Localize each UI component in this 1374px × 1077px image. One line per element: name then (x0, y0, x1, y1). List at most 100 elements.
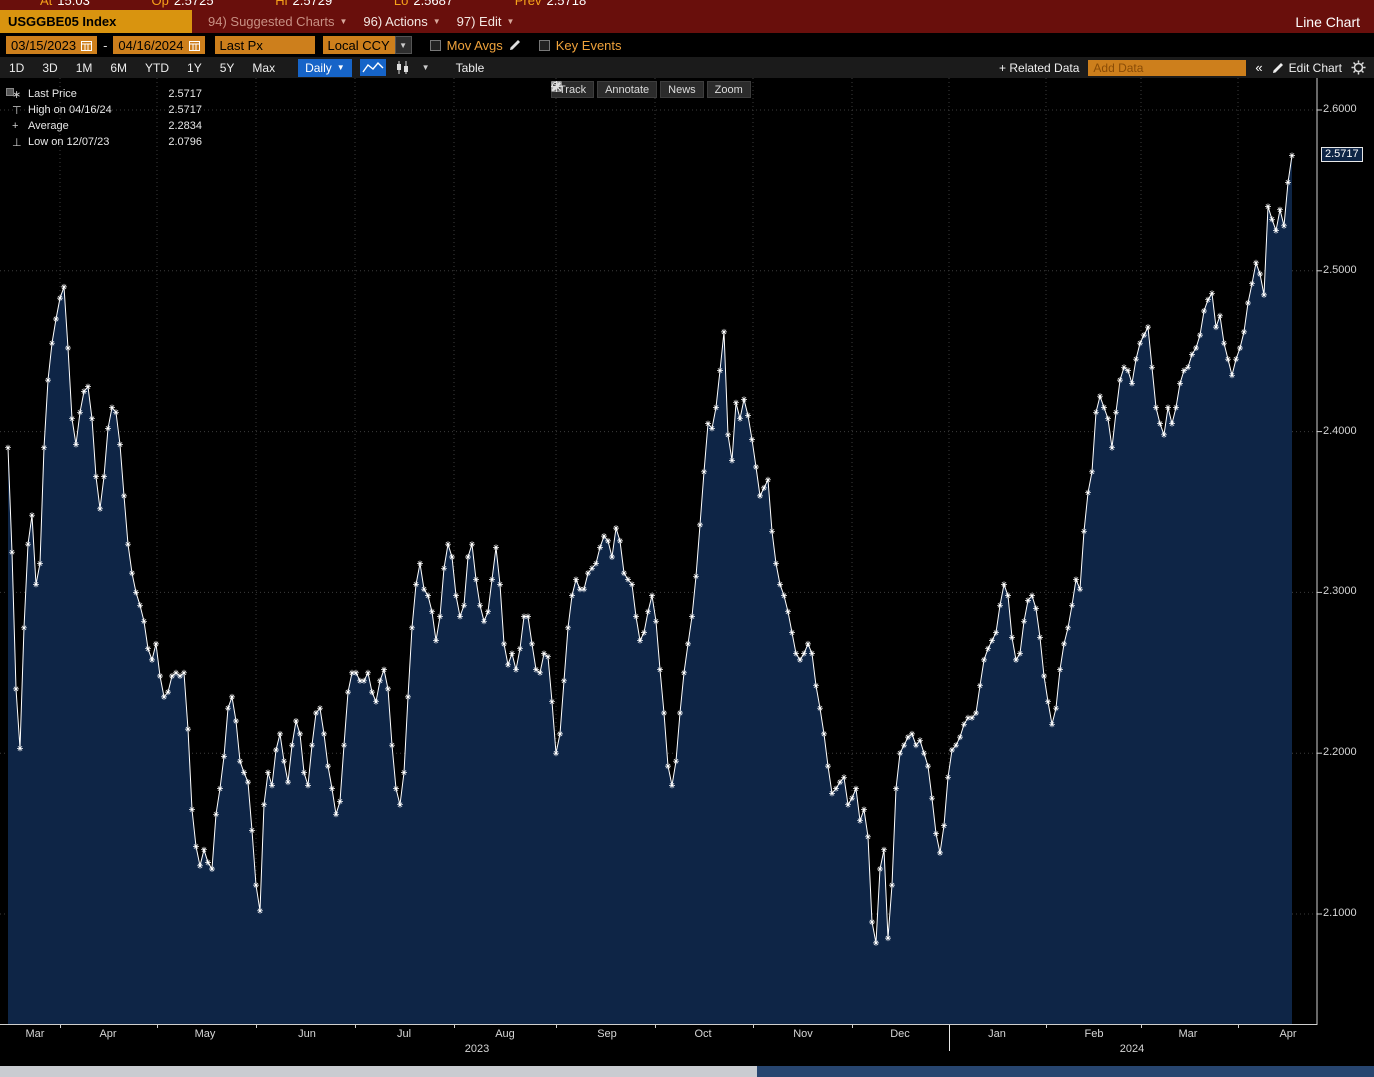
x-year-label: 2024 (1119, 1043, 1145, 1055)
tab-1m[interactable]: 1M (67, 61, 102, 75)
x-axis-tick (60, 1025, 61, 1028)
y-axis-label: 2.4000 (1323, 424, 1357, 437)
date-from-field[interactable]: 03/15/2023 (6, 36, 98, 54)
x-axis-tick (157, 1025, 158, 1028)
bottom-edge-gray (0, 1066, 757, 1077)
bottom-window-edge (0, 1066, 1374, 1077)
security-ticker[interactable]: USGGBE05 Index (0, 10, 192, 33)
x-month-label: Aug (495, 1028, 515, 1040)
x-month-label: Jun (298, 1028, 316, 1040)
legend-drag-handle[interactable] (6, 88, 14, 96)
x-axis-tick (556, 1025, 557, 1028)
x-month-label: Oct (694, 1028, 712, 1040)
currency-select[interactable]: Local CCY (322, 36, 395, 54)
annotate-button[interactable]: Annotate (551, 81, 658, 98)
menu-actions[interactable]: 96) Actions ▼ (363, 14, 440, 29)
y-axis-label: 2.2000 (1323, 746, 1357, 759)
title-bar: USGGBE05 Index 94) Suggested Charts ▼ 96)… (0, 10, 1374, 33)
bloomberg-terminal-window: At 15:03 Op 2.5725 Hi 2.5729 Lo 2.5687 Prev 2… (0, 0, 1374, 1077)
table-button[interactable]: Table (456, 61, 485, 75)
x-month-label: Mar (1178, 1028, 1198, 1040)
currency-dropdown-arrow[interactable]: ▼ (394, 36, 412, 54)
related-data-button[interactable]: + Related Data (999, 61, 1079, 75)
x-axis-tick (1141, 1025, 1142, 1028)
quote-frag-high: Hi 2.5729 (275, 0, 333, 8)
x-month-label: Apr (1279, 1028, 1297, 1040)
x-year-label: 2023 (464, 1043, 490, 1055)
price-field-select[interactable]: Last Px (214, 36, 315, 54)
x-axis-tick (1046, 1025, 1047, 1028)
line-chart-type-button[interactable] (359, 59, 386, 76)
add-data-input[interactable]: Add Data (1088, 59, 1247, 76)
gear-icon[interactable] (1351, 60, 1366, 75)
average-cross-icon: + (12, 120, 19, 132)
x-month-label: Dec (890, 1028, 910, 1040)
collapse-chevrons[interactable]: « (1255, 60, 1262, 75)
chevron-down-icon: ▼ (506, 17, 515, 26)
x-axis: Mar Apr May Jun Jul Aug Sep Oct Nov Dec Jan Feb Mar A… (0, 1025, 1374, 1062)
key-events-checkbox[interactable] (538, 39, 550, 51)
chart-controls-row: 03/15/2023 - 04/16/2024 Last Px Local CC… (0, 33, 1374, 57)
quote-frag-low: Lo 2.5687 (393, 0, 454, 8)
legend-low: ⊥ Low on 12/07/23 2.0796 (12, 136, 202, 149)
x-month-label: Feb (1084, 1028, 1104, 1040)
quote-strip-partial: At 15:03 Op 2.5725 Hi 2.5729 Lo 2.5687 Prev 2… (0, 0, 1374, 10)
tab-max[interactable]: Max (243, 61, 284, 75)
news-button[interactable]: News (551, 81, 704, 98)
quote-frag-prev: Prev 2.5718 (514, 0, 587, 8)
menu-suggested-charts[interactable]: 94) Suggested Charts ▼ (208, 14, 347, 29)
chart-tools: Track Annotate News Zoom (551, 81, 751, 98)
x-month-label: Mar (25, 1028, 45, 1040)
x-axis-tick (1238, 1025, 1239, 1028)
tab-1d[interactable]: 1D (0, 61, 33, 75)
tab-6m[interactable]: 6M (101, 61, 136, 75)
legend-last-price: ∗ Last Price 2.5717 (12, 88, 202, 101)
key-events-label: Key Events (555, 37, 622, 53)
legend-average: + Average 2.2834 (12, 120, 202, 132)
x-month-label: Jul (396, 1028, 412, 1040)
menu-edit[interactable]: 97) Edit ▼ (457, 14, 515, 29)
x-month-label: Jan (988, 1028, 1006, 1040)
y-axis-label: 2.1000 (1323, 907, 1357, 919)
candle-chart-type-button[interactable] (392, 59, 414, 76)
y-axis-label: 2.3000 (1323, 585, 1357, 598)
magnifier-icon (551, 81, 562, 92)
high-tick-icon: ⊤ (12, 104, 22, 117)
tab-5y[interactable]: 5Y (211, 61, 244, 75)
tab-3d[interactable]: 3D (33, 61, 66, 75)
series-area (8, 155, 1292, 1025)
price-chart-svg (0, 78, 1322, 1025)
chart-legend: ∗ Last Price 2.5717 ⊤ High on 04/16/24 2… (6, 86, 202, 150)
x-month-label: Nov (793, 1028, 813, 1040)
date-range-dash: - (103, 37, 108, 53)
y-axis-label: 2.5000 (1323, 263, 1357, 276)
chevron-down-icon: ▼ (339, 17, 348, 26)
low-tick-icon: ⊥ (12, 136, 22, 149)
tab-ytd[interactable]: YTD (136, 61, 178, 75)
asterisk-marker-icon: ∗ (12, 88, 22, 101)
chevron-down-icon: ▼ (336, 63, 345, 72)
chart-plot-area[interactable]: ∗ Last Price 2.5717 ⊤ High on 04/16/24 2… (0, 78, 1374, 1025)
zoom-button[interactable]: Zoom (551, 81, 751, 98)
calendar-icon (81, 40, 93, 51)
line-chart-icon (362, 61, 384, 73)
range-tab-bar: 1D 3D 1M 6M YTD 1Y 5Y Max Daily ▼ ▼ Table… (0, 57, 1374, 78)
legend-high: ⊤ High on 04/16/24 2.5717 (12, 104, 202, 117)
x-axis-tick (753, 1025, 754, 1028)
function-title: Line Chart (1295, 13, 1360, 30)
period-select-daily[interactable]: Daily ▼ (298, 58, 352, 77)
edit-chart-button[interactable]: Edit Chart (1272, 61, 1342, 75)
x-month-label: Sep (597, 1028, 617, 1040)
x-axis-tick (454, 1025, 455, 1028)
quote-frag-open: Op 2.5725 (151, 0, 214, 8)
quote-frag-at: At 15:03 (40, 0, 90, 8)
candlestick-icon (396, 61, 408, 74)
tab-1y[interactable]: 1Y (178, 61, 211, 75)
date-to-field[interactable]: 04/16/2024 (113, 36, 205, 54)
pencil-icon[interactable] (509, 39, 521, 51)
pencil-icon (1272, 62, 1283, 73)
mov-avgs-label: Mov Avgs (446, 37, 503, 53)
chart-type-dropdown-arrow[interactable]: ▼ (422, 63, 430, 72)
chevron-down-icon: ▼ (432, 17, 441, 26)
mov-avgs-checkbox[interactable] (429, 39, 441, 51)
